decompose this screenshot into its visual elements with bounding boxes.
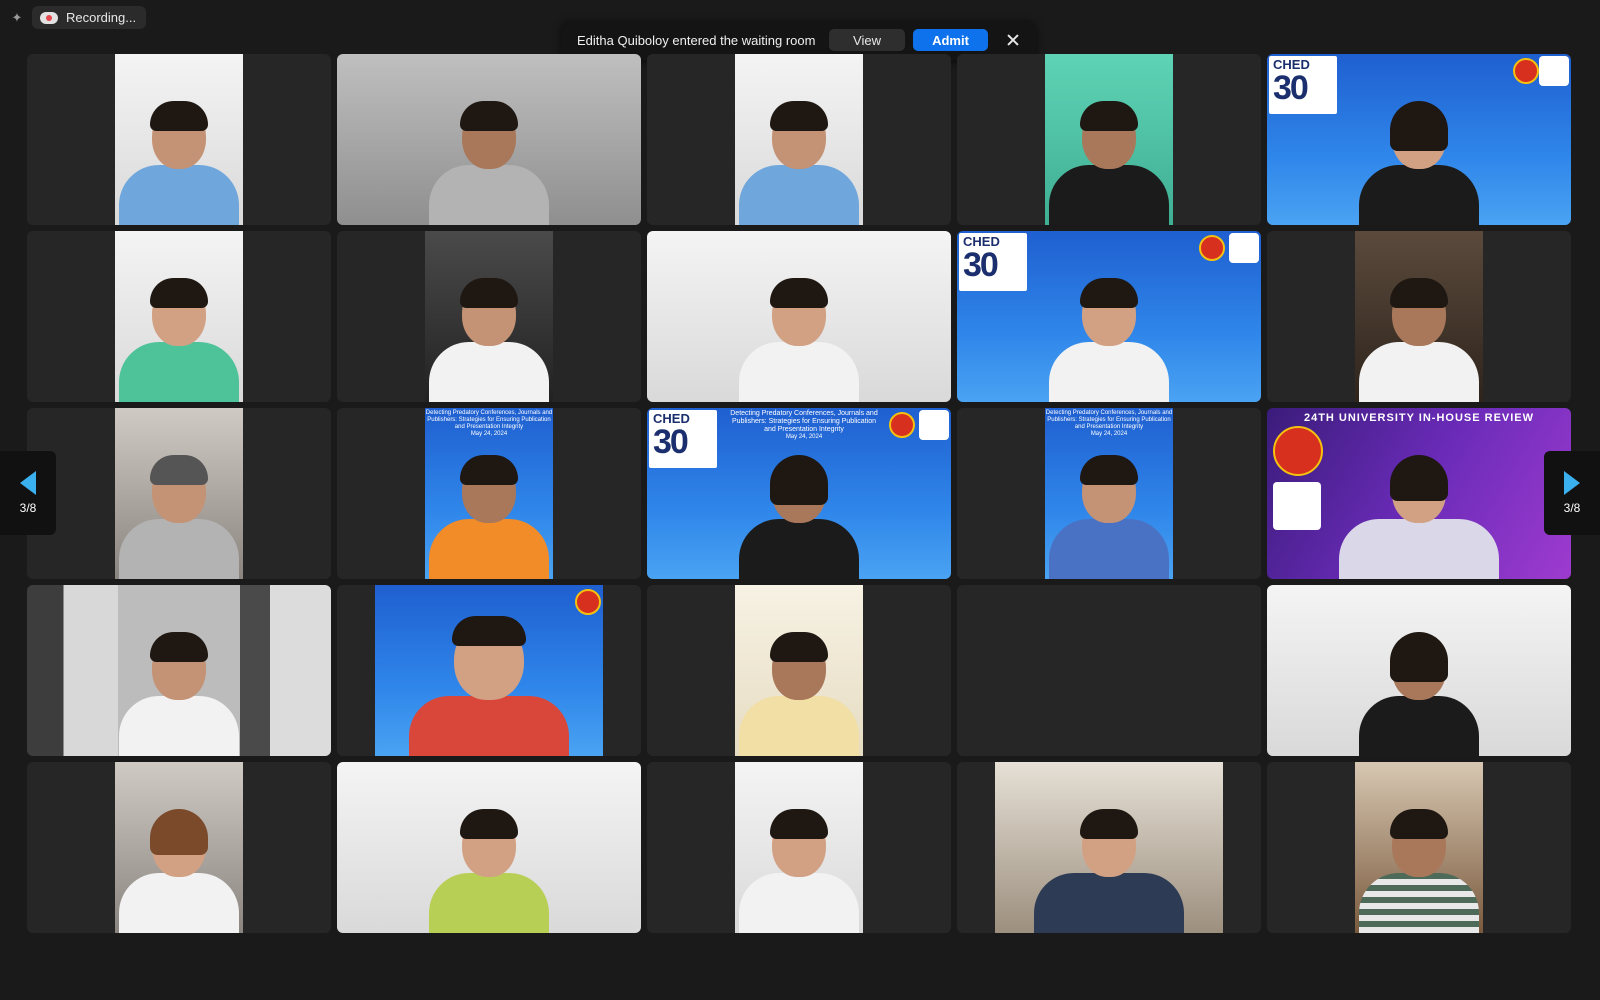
participant-tile[interactable] xyxy=(27,231,331,402)
participant-video xyxy=(735,54,863,225)
participant-video xyxy=(1355,762,1483,933)
recording-pill[interactable]: Recording... xyxy=(32,6,147,29)
webinar-banner: Detecting Predatory Conferences, Journal… xyxy=(1045,410,1173,437)
participant-video xyxy=(27,585,331,756)
participant-video: CHED 30 xyxy=(1267,54,1571,225)
participant-tile[interactable] xyxy=(957,54,1261,225)
arrow-right-icon xyxy=(1564,471,1580,495)
participant-video: CHED 30 xyxy=(957,231,1261,402)
university-seal-icon xyxy=(1513,58,1539,84)
recording-label: Recording... xyxy=(66,10,137,25)
university-seal-icon xyxy=(889,412,915,438)
org-logo-icon xyxy=(1229,233,1259,263)
participant-tile[interactable] xyxy=(957,762,1261,933)
participant-video xyxy=(647,231,951,402)
participant-video xyxy=(735,585,863,756)
participant-video xyxy=(425,231,553,402)
participant-tile[interactable] xyxy=(647,762,951,933)
participant-tile[interactable] xyxy=(1267,762,1571,933)
participant-video xyxy=(1045,54,1173,225)
participant-tile[interactable] xyxy=(27,585,331,756)
org-logo-icon xyxy=(1539,56,1569,86)
participant-video: 24TH UNIVERSITY IN-HOUSE REVIEW xyxy=(1267,408,1571,579)
page-indicator: 3/8 xyxy=(1563,501,1581,515)
participant-tile[interactable] xyxy=(1267,585,1571,756)
participant-tile[interactable] xyxy=(337,54,641,225)
participant-video xyxy=(115,54,243,225)
participant-video xyxy=(115,231,243,402)
participant-tile[interactable] xyxy=(647,231,951,402)
participant-video xyxy=(115,408,243,579)
recording-indicator: ✦ Recording... xyxy=(8,6,147,29)
participant-tile[interactable] xyxy=(27,54,331,225)
participant-tile[interactable] xyxy=(337,585,641,756)
participant-tile[interactable]: Detecting Predatory Conferences, Journal… xyxy=(957,408,1261,579)
review-banner-title: 24TH UNIVERSITY IN-HOUSE REVIEW xyxy=(1303,412,1535,424)
participant-tile-empty[interactable] xyxy=(957,585,1261,756)
participant-video xyxy=(1267,585,1571,756)
participant-tile[interactable]: CHED 30 xyxy=(1267,54,1571,225)
org-logo-icon xyxy=(919,410,949,440)
participant-tile[interactable]: Detecting Predatory Conferences, Journal… xyxy=(337,408,641,579)
participant-video xyxy=(375,585,603,756)
ched-30-logo: CHED 30 xyxy=(649,410,717,468)
participant-video xyxy=(1355,231,1483,402)
webinar-banner: Detecting Predatory Conferences, Journal… xyxy=(425,410,553,437)
ched-30-logo: CHED 30 xyxy=(959,233,1027,291)
previous-page-button[interactable]: 3/8 xyxy=(0,451,56,535)
waiting-room-message: Editha Quiboloy entered the waiting room xyxy=(577,32,816,48)
video-gallery: CHED 30 CHED 30 Detecting Predatory Conf… xyxy=(27,54,1571,933)
arrow-left-icon xyxy=(20,471,36,495)
university-seal-icon xyxy=(1199,235,1225,261)
sparkle-icon[interactable]: ✦ xyxy=(8,9,26,27)
university-seal-icon xyxy=(1273,426,1323,476)
participant-tile[interactable] xyxy=(27,408,331,579)
participant-video: Detecting Predatory Conferences, Journal… xyxy=(425,408,553,579)
participant-tile[interactable]: 24TH UNIVERSITY IN-HOUSE REVIEW xyxy=(1267,408,1571,579)
participant-tile[interactable]: CHED 30 Detecting Predatory Conferences, … xyxy=(647,408,951,579)
webinar-banner: Detecting Predatory Conferences, Journal… xyxy=(730,410,878,441)
admit-button[interactable]: Admit xyxy=(913,29,988,51)
university-seal-icon xyxy=(575,589,601,615)
participant-video xyxy=(337,762,641,933)
participant-tile[interactable] xyxy=(1267,231,1571,402)
participant-video: CHED 30 Detecting Predatory Conferences, … xyxy=(647,408,951,579)
org-logo-icon xyxy=(1273,482,1321,530)
participant-video: Detecting Predatory Conferences, Journal… xyxy=(1045,408,1173,579)
recording-cloud-icon xyxy=(40,11,58,24)
close-icon[interactable] xyxy=(1002,29,1024,51)
participant-tile[interactable] xyxy=(27,762,331,933)
participant-tile[interactable] xyxy=(337,762,641,933)
participant-tile[interactable] xyxy=(647,54,951,225)
participant-video xyxy=(337,54,641,225)
participant-video xyxy=(115,762,243,933)
participant-tile[interactable] xyxy=(337,231,641,402)
ched-30-logo: CHED 30 xyxy=(1269,56,1337,114)
participant-video xyxy=(735,762,863,933)
participant-video xyxy=(995,762,1223,933)
page-indicator: 3/8 xyxy=(19,501,37,515)
participant-tile[interactable]: CHED 30 xyxy=(957,231,1261,402)
next-page-button[interactable]: 3/8 xyxy=(1544,451,1600,535)
view-button[interactable]: View xyxy=(829,29,905,51)
participant-tile[interactable] xyxy=(647,585,951,756)
